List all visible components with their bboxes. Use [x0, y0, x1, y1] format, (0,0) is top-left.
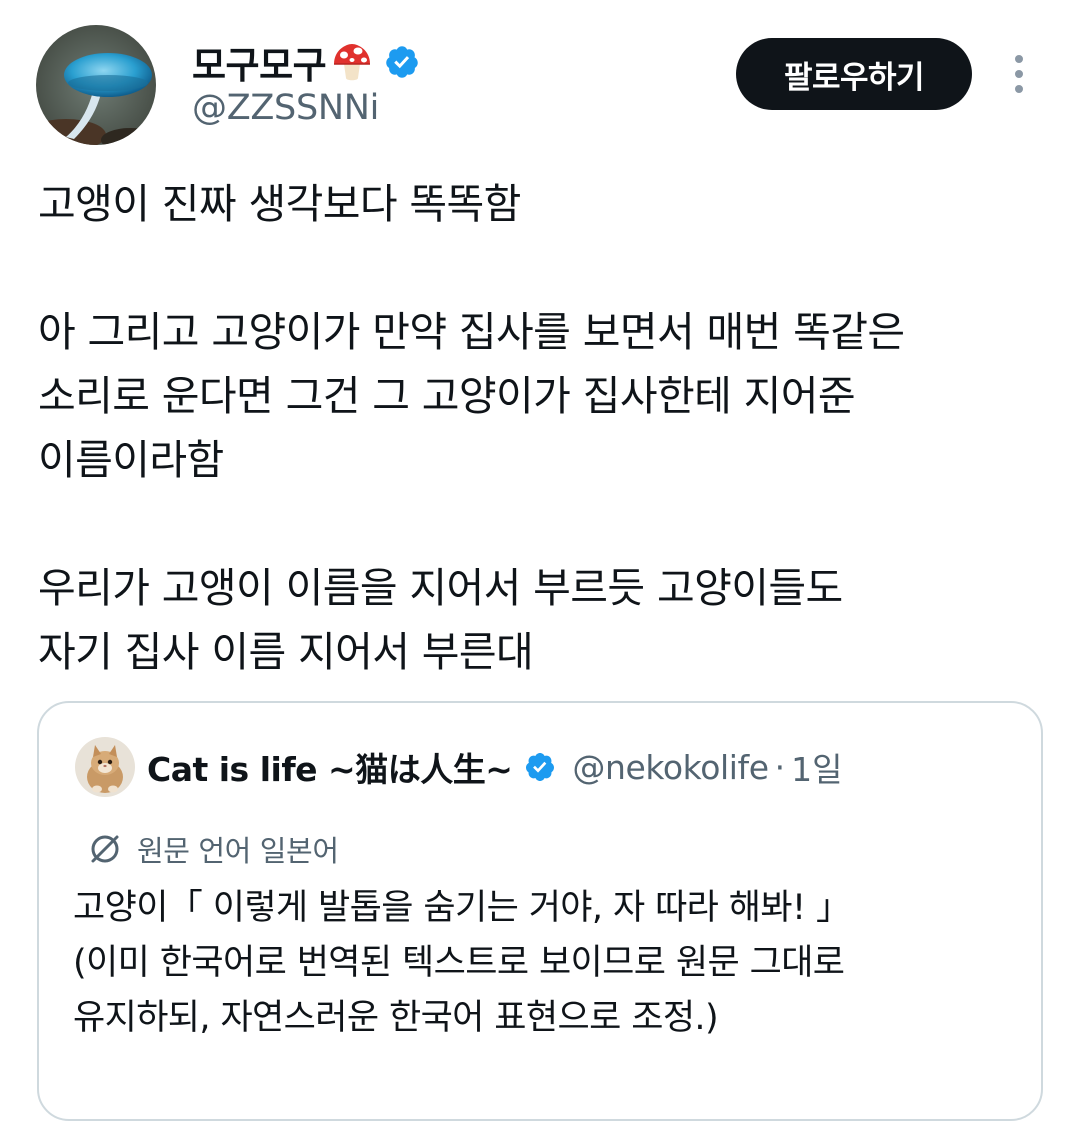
mushroom-photo-avatar [36, 25, 156, 145]
quoted-tweet-card[interactable]: Cat is life ~猫は人生~ @nekokolife · 1일 원문 언… [37, 701, 1043, 1121]
quote-display-name[interactable]: Cat is life ~猫は人生~ [147, 743, 513, 791]
translate-icon [87, 831, 123, 867]
tweet-line: 아 그리고 고양이가 만약 집사를 보면서 매번 똑같은 [38, 308, 905, 356]
quote-line: 고양이「 이렇게 발톱을 숨기는 거야, 자 따라 해봐! 」 [73, 888, 851, 928]
separator-dot: · [774, 747, 786, 787]
quote-text: 고양이「 이렇게 발톱을 숨기는 거야, 자 따라 해봐! 」 (이미 한국어로… [73, 881, 1023, 1046]
avatar[interactable] [36, 25, 156, 145]
verified-badge-icon[interactable] [384, 44, 420, 80]
quote-header[interactable]: Cat is life ~猫は人生~ @nekokolife · 1일 [147, 739, 843, 795]
tweet-line: 고앵이 진짜 생각보다 똑똑함 [38, 180, 521, 228]
quote-line: (이미 한국어로 번역된 텍스트로 보이므로 원문 그대로 [73, 943, 845, 983]
display-name[interactable]: 모구모구 [192, 35, 327, 89]
mushroom-icon [330, 40, 374, 84]
display-name-row[interactable]: 모구모구 [192, 34, 420, 90]
follow-button[interactable]: 팔로우하기 [736, 38, 972, 110]
quote-timestamp[interactable]: 1일 [791, 743, 842, 791]
tweet-text: 고앵이 진짜 생각보다 똑똑함 아 그리고 고양이가 만약 집사를 보면서 매번… [38, 172, 1048, 684]
quote-line: 유지하되, 자연스러운 한국어 표현으로 조정.) [73, 998, 719, 1038]
translation-label[interactable]: 원문 언어 일본어 [137, 828, 339, 870]
quote-avatar[interactable] [75, 737, 135, 797]
handle[interactable]: @ZZSSNNi [192, 88, 379, 128]
tweet-line: 소리로 운다면 그건 그 고양이가 집사한테 지어준 [38, 372, 856, 420]
quote-handle[interactable]: @nekokolife [572, 748, 769, 787]
translation-notice[interactable]: 원문 언어 일본어 [87, 827, 339, 871]
tweet-line: 우리가 고앵이 이름을 지어서 부르듯 고양이들도 [38, 564, 843, 612]
kitten-avatar-icon [75, 737, 135, 797]
tweet-line: 이름이라함 [38, 436, 224, 484]
more-vertical-icon[interactable] [1004, 52, 1034, 96]
tweet-line: 자기 집사 이름 지어서 부른대 [38, 628, 534, 676]
verified-badge-icon[interactable] [524, 751, 556, 783]
